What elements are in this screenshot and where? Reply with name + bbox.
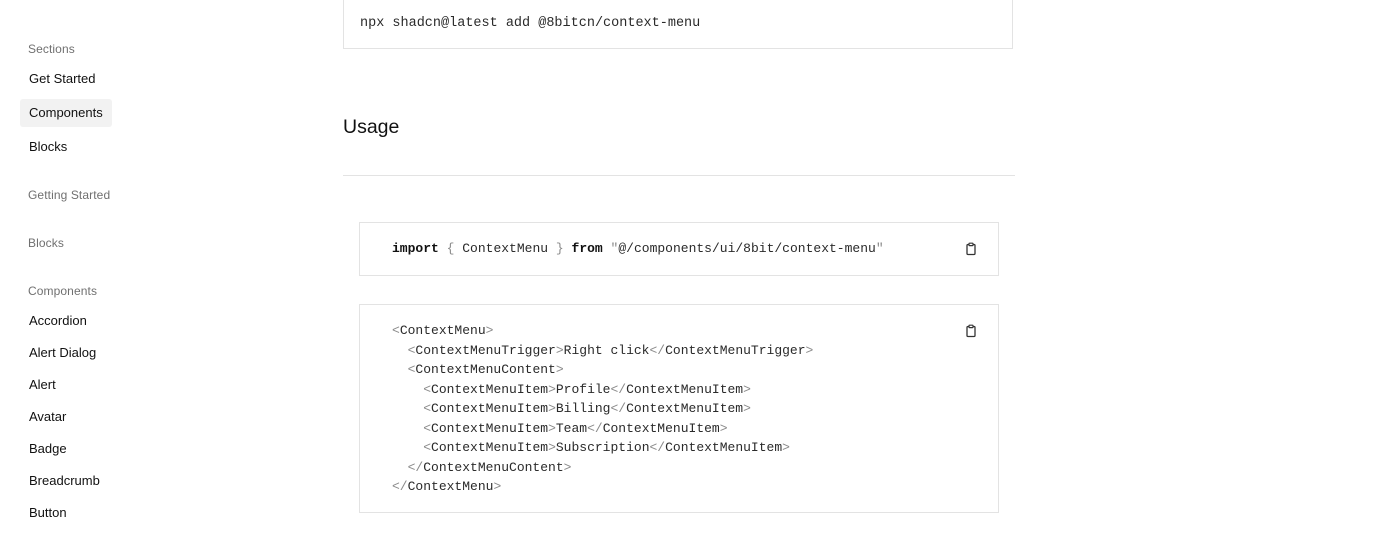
- code-close: >: [555, 342, 564, 358]
- code-text: Right click: [563, 342, 650, 358]
- clipboard-icon: [966, 242, 976, 256]
- sidebar-item-badge[interactable]: Badge: [20, 435, 76, 463]
- code-end-close: >: [782, 440, 790, 455]
- code-close: >: [548, 401, 556, 416]
- code-close: >: [555, 362, 564, 377]
- code-end-open: </: [587, 420, 603, 436]
- code-end-close: >: [743, 381, 751, 397]
- code-text: Team: [555, 420, 588, 436]
- copy-import-button[interactable]: [964, 242, 978, 256]
- import-keyword: import: [392, 241, 439, 256]
- code-end-open: </: [649, 342, 666, 358]
- sidebar-item-get-started[interactable]: Get Started: [20, 65, 104, 93]
- jsx-code-line: <ContextMenuItem>Billing</ContextMenuIte…: [392, 399, 998, 419]
- quote-close: ": [875, 241, 884, 256]
- code-tag: ContextMenuItem: [431, 381, 549, 397]
- code-end-close: >: [743, 401, 751, 416]
- import-path: @/components/ui/8bit/context-menu: [618, 241, 876, 256]
- sidebar-item-avatar[interactable]: Avatar: [20, 403, 75, 431]
- jsx-code-line: <ContextMenuContent>: [392, 360, 998, 380]
- install-command-text[interactable]: npx shadcn@latest add @8bitcn/context-me…: [360, 16, 700, 31]
- sidebar-heading-getting-started: Getting Started: [28, 188, 111, 202]
- code-open: <: [423, 420, 432, 436]
- main-content: npx shadcn@latest add @8bitcn/context-me…: [343, 0, 1015, 540]
- import-name: ContextMenu: [462, 241, 549, 256]
- code-end-close: >: [805, 342, 814, 358]
- code-close: >: [493, 479, 502, 494]
- code-end-open: </: [610, 381, 627, 397]
- code-end-tag: ContextMenuItem: [626, 381, 744, 397]
- code-text: Billing: [555, 401, 611, 416]
- sidebar-item-accordion[interactable]: Accordion: [20, 307, 96, 335]
- code-open: <: [392, 323, 400, 338]
- copy-jsx-button[interactable]: [964, 324, 978, 338]
- from-keyword: from: [571, 241, 603, 256]
- code-open: <: [423, 381, 432, 397]
- code-end-open: </: [649, 440, 666, 455]
- code-tag: ContextMenu: [407, 479, 494, 494]
- sidebar-heading-sections: Sections: [28, 42, 75, 56]
- sidebar-heading-components: Components: [28, 284, 98, 298]
- sidebar-item-breadcrumb[interactable]: Breadcrumb: [20, 467, 109, 495]
- code-end-tag: ContextMenuItem: [626, 401, 744, 416]
- section-divider: [343, 175, 1015, 176]
- code-tag: ContextMenuItem: [431, 440, 549, 455]
- code-text: Subscription: [555, 440, 650, 455]
- sidebar-item-alert[interactable]: Alert: [20, 371, 65, 399]
- jsx-code-line: <ContextMenu>: [392, 321, 998, 341]
- brace-close: }: [555, 241, 564, 256]
- code-tag: ContextMenuItem: [431, 420, 549, 436]
- code-open: </: [407, 459, 424, 475]
- import-code-line: import { ContextMenu } from "@/component…: [392, 239, 998, 259]
- code-open: <: [423, 401, 432, 416]
- sidebar-heading-blocks: Blocks: [28, 236, 64, 250]
- code-close: >: [548, 381, 556, 397]
- sidebar: Sections Get Started Components Blocks G…: [0, 0, 300, 540]
- jsx-code-line: <ContextMenuTrigger>Right click</Context…: [392, 341, 998, 361]
- brace-open: {: [446, 241, 455, 256]
- jsx-code-line: <ContextMenuItem>Profile</ContextMenuIte…: [392, 380, 998, 400]
- code-open: <: [423, 440, 432, 455]
- code-end-tag: ContextMenuTrigger: [665, 342, 806, 358]
- code-tag: ContextMenuTrigger: [415, 342, 556, 358]
- usage-heading: Usage: [343, 116, 400, 138]
- sidebar-item-blocks[interactable]: Blocks: [20, 133, 76, 161]
- code-close: >: [563, 459, 572, 475]
- code-close: >: [548, 440, 556, 455]
- code-tag: ContextMenuItem: [431, 401, 549, 416]
- code-end-close: >: [719, 420, 728, 436]
- code-close: >: [485, 323, 494, 338]
- sidebar-item-alert-dialog[interactable]: Alert Dialog: [20, 339, 105, 367]
- sidebar-item-components[interactable]: Components: [20, 99, 112, 127]
- jsx-code-line: <ContextMenuItem>Team</ContextMenuItem>: [392, 419, 998, 439]
- code-close: >: [548, 420, 556, 436]
- jsx-code-block[interactable]: <ContextMenu> <ContextMenuTrigger>Right …: [359, 304, 999, 513]
- sidebar-item-button[interactable]: Button: [20, 499, 76, 527]
- import-code-block[interactable]: import { ContextMenu } from "@/component…: [359, 222, 999, 276]
- jsx-code-line: </ContextMenuContent>: [392, 458, 998, 478]
- jsx-code-lines: <ContextMenu> <ContextMenuTrigger>Right …: [392, 321, 998, 497]
- code-text: Profile: [555, 381, 611, 397]
- jsx-code-line: </ContextMenu>: [392, 477, 998, 497]
- code-open: </: [392, 479, 408, 494]
- jsx-code-line: <ContextMenuItem>Subscription</ContextMe…: [392, 438, 998, 458]
- install-command-block[interactable]: npx shadcn@latest add @8bitcn/context-me…: [343, 0, 1013, 49]
- code-tag: ContextMenu: [399, 323, 486, 338]
- code-end-open: </: [610, 401, 627, 416]
- code-end-tag: ContextMenuItem: [665, 440, 783, 455]
- clipboard-icon: [966, 324, 976, 338]
- code-tag: ContextMenuContent: [423, 459, 564, 475]
- code-end-tag: ContextMenuItem: [602, 420, 720, 436]
- code-tag: ContextMenuContent: [415, 362, 556, 377]
